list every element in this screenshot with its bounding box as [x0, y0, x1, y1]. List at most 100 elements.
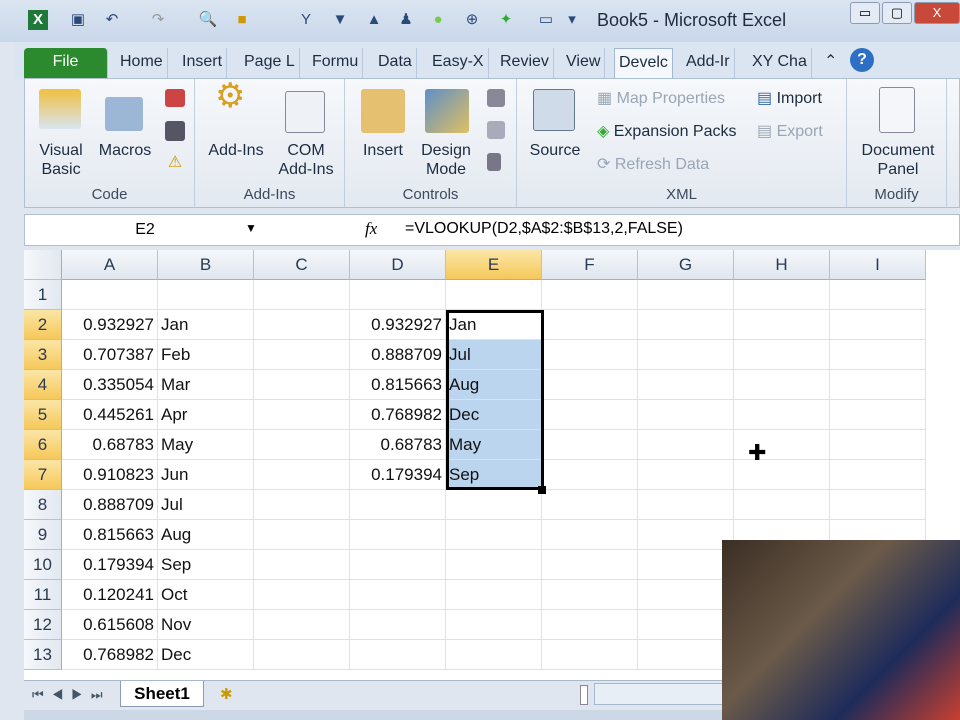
- redo-icon[interactable]: ↷: [148, 10, 168, 30]
- filter-icon[interactable]: Y: [296, 10, 316, 30]
- cell-g4[interactable]: [638, 370, 734, 400]
- com-add-ins-button[interactable]: COM Add-Ins: [271, 141, 341, 179]
- row-header[interactable]: 4: [24, 370, 62, 400]
- cell-d7[interactable]: 0.179394: [350, 460, 446, 490]
- map-properties-button[interactable]: ▦ Map Properties: [597, 89, 725, 108]
- cell-e10[interactable]: [446, 550, 542, 580]
- cell-f10[interactable]: [542, 550, 638, 580]
- cell-f4[interactable]: [542, 370, 638, 400]
- chart-tool-icon[interactable]: ✦: [496, 10, 516, 30]
- cell-a7[interactable]: 0.910823: [62, 460, 158, 490]
- properties-icon[interactable]: [487, 89, 505, 107]
- cell-i5[interactable]: [830, 400, 926, 430]
- cell-c1[interactable]: [254, 280, 350, 310]
- macro-security-icon[interactable]: ⚠: [163, 153, 187, 172]
- cell-g7[interactable]: [638, 460, 734, 490]
- cell-f12[interactable]: [542, 610, 638, 640]
- cell-e9[interactable]: [446, 520, 542, 550]
- cell-d4[interactable]: 0.815663: [350, 370, 446, 400]
- visual-basic-button[interactable]: Visual Basic: [31, 141, 91, 179]
- cell-h5[interactable]: [734, 400, 830, 430]
- cell-d12[interactable]: [350, 610, 446, 640]
- cell-a13[interactable]: 0.768982: [62, 640, 158, 670]
- row-header[interactable]: 8: [24, 490, 62, 520]
- cell-h4[interactable]: [734, 370, 830, 400]
- relative-reference-icon[interactable]: [165, 121, 185, 141]
- cell-e11[interactable]: [446, 580, 542, 610]
- cell-e8[interactable]: [446, 490, 542, 520]
- tab-add-ins[interactable]: Add-Ir: [682, 48, 735, 78]
- cell-b5[interactable]: Apr: [158, 400, 254, 430]
- cell-i2[interactable]: [830, 310, 926, 340]
- cell-g11[interactable]: [638, 580, 734, 610]
- cell-h2[interactable]: [734, 310, 830, 340]
- row-header[interactable]: 7: [24, 460, 62, 490]
- cell-f8[interactable]: [542, 490, 638, 520]
- tab-easy-xl[interactable]: Easy-X: [428, 48, 489, 78]
- cell-d11[interactable]: [350, 580, 446, 610]
- cell-f5[interactable]: [542, 400, 638, 430]
- record-macro-icon[interactable]: [165, 89, 185, 107]
- tab-developer[interactable]: Develc: [614, 48, 673, 78]
- cell-d8[interactable]: [350, 490, 446, 520]
- cell-g12[interactable]: [638, 610, 734, 640]
- cell-b6[interactable]: May: [158, 430, 254, 460]
- close-button[interactable]: X: [914, 2, 960, 24]
- minimize-button[interactable]: ▭: [850, 2, 880, 24]
- cell-d5[interactable]: 0.768982: [350, 400, 446, 430]
- cell-g5[interactable]: [638, 400, 734, 430]
- cell-g8[interactable]: [638, 490, 734, 520]
- name-box[interactable]: E2: [25, 215, 265, 245]
- open-icon[interactable]: ■: [232, 10, 252, 30]
- row-header[interactable]: 5: [24, 400, 62, 430]
- import-button[interactable]: ▤ Import: [757, 89, 822, 108]
- cell-c11[interactable]: [254, 580, 350, 610]
- row-header[interactable]: 12: [24, 610, 62, 640]
- column-header-a[interactable]: A: [62, 250, 158, 280]
- cell-c13[interactable]: [254, 640, 350, 670]
- maximize-button[interactable]: ▢: [882, 2, 912, 24]
- cell-c6[interactable]: [254, 430, 350, 460]
- cell-c7[interactable]: [254, 460, 350, 490]
- cell-e12[interactable]: [446, 610, 542, 640]
- column-header-c[interactable]: C: [254, 250, 350, 280]
- tab-split-handle[interactable]: [580, 685, 588, 705]
- row-header[interactable]: 3: [24, 340, 62, 370]
- tab-xy-chart[interactable]: XY Cha: [748, 48, 812, 78]
- fill-handle[interactable]: [538, 486, 546, 494]
- person-icon[interactable]: ♟: [396, 10, 416, 30]
- cell-g6[interactable]: [638, 430, 734, 460]
- cell-f3[interactable]: [542, 340, 638, 370]
- cell-b8[interactable]: Jul: [158, 490, 254, 520]
- select-all-corner[interactable]: [24, 250, 62, 280]
- column-header-i[interactable]: I: [830, 250, 926, 280]
- cell-i7[interactable]: [830, 460, 926, 490]
- row-header[interactable]: 6: [24, 430, 62, 460]
- cell-a3[interactable]: 0.707387: [62, 340, 158, 370]
- cell-i4[interactable]: [830, 370, 926, 400]
- sheet-tab-sheet1[interactable]: Sheet1: [120, 681, 204, 707]
- cell-a5[interactable]: 0.445261: [62, 400, 158, 430]
- document-panel-button[interactable]: Document Panel: [853, 141, 943, 179]
- cell-d9[interactable]: [350, 520, 446, 550]
- cell-g1[interactable]: [638, 280, 734, 310]
- insert-control-button[interactable]: Insert: [355, 141, 411, 160]
- cell-i3[interactable]: [830, 340, 926, 370]
- sort-asc-icon[interactable]: ▲: [364, 10, 384, 30]
- cell-d2[interactable]: 0.932927: [350, 310, 446, 340]
- cell-c10[interactable]: [254, 550, 350, 580]
- tab-file[interactable]: File: [24, 48, 108, 78]
- cell-c3[interactable]: [254, 340, 350, 370]
- row-header[interactable]: 10: [24, 550, 62, 580]
- cell-d10[interactable]: [350, 550, 446, 580]
- save-icon[interactable]: ▣: [68, 10, 88, 30]
- help-icon[interactable]: ?: [850, 48, 874, 72]
- cell-f2[interactable]: [542, 310, 638, 340]
- sheet-nav-arrows-icon[interactable]: ⏮◀▶⏭: [32, 687, 111, 703]
- cell-f7[interactable]: [542, 460, 638, 490]
- cell-c8[interactable]: [254, 490, 350, 520]
- column-header-b[interactable]: B: [158, 250, 254, 280]
- row-header[interactable]: 1: [24, 280, 62, 310]
- print-preview-icon[interactable]: 🔍: [198, 10, 218, 30]
- bar-icon[interactable]: ▭: [536, 10, 556, 30]
